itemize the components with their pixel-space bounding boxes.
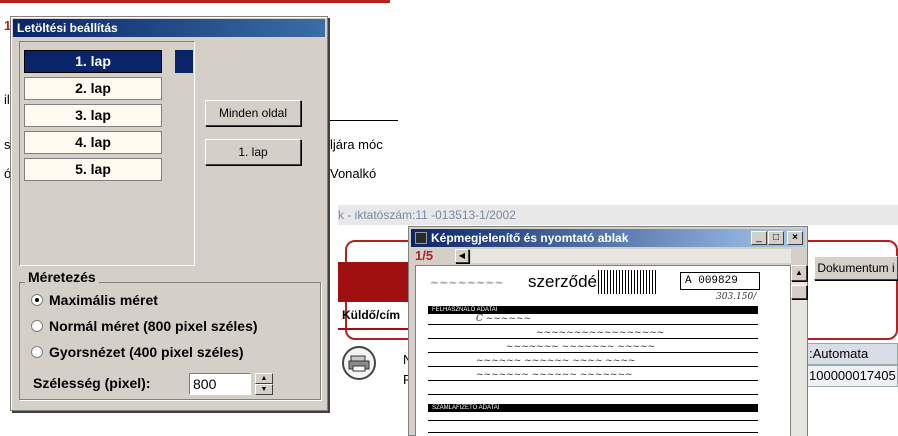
form-line [428, 324, 758, 325]
handwriting: ~~~~~~~ ~~~~~~ ~~~~~~~ [476, 370, 633, 380]
form-line [428, 352, 758, 353]
app-icon [415, 232, 427, 244]
page-list: 1. lap 2. lap 3. lap 4. lap 5. lap [19, 41, 195, 266]
page-item-1[interactable]: 1. lap [24, 50, 162, 73]
blurred-logo: ~~~~~~~~ [430, 276, 504, 289]
spin-up-icon[interactable]: ▲ [255, 373, 273, 384]
code-field: 100000017405 [806, 365, 898, 387]
scroll-thumb[interactable] [791, 285, 807, 299]
handwriting: C ~~~~~~ [476, 314, 531, 324]
handwriting: ~~~~~~~ ~~~~~~~ ~~~~~ [506, 342, 656, 352]
doc-number-box: A 009829 [680, 272, 760, 290]
width-input[interactable]: 800 [189, 373, 251, 395]
sender-label: Küldő/cím [342, 308, 401, 322]
option-normal-size[interactable]: Normál méret (800 pixel széles) [31, 316, 258, 336]
option-label: Normál méret (800 pixel széles) [49, 318, 258, 334]
vertical-scrollbar[interactable]: ▲ [791, 265, 807, 436]
radio-icon[interactable] [31, 346, 43, 358]
page-item-5[interactable]: 5. lap [24, 158, 162, 181]
red-header-block [338, 262, 408, 302]
bg-fragment: Vonalkó [330, 166, 377, 181]
divider [338, 328, 413, 330]
app-accent-line [0, 0, 390, 3]
page-item-4[interactable]: 4. lap [24, 131, 162, 154]
page-indicator: 1/5 [415, 248, 434, 263]
document-button[interactable]: Dokumentum i [814, 256, 898, 280]
form-line [428, 366, 758, 367]
registry-number: k - iktatószám:11 -013513-1/2002 [338, 208, 516, 222]
form-line [428, 338, 758, 339]
selection-highlight [175, 50, 193, 73]
spin-down-icon[interactable]: ▼ [255, 384, 273, 395]
close-button[interactable]: × [787, 231, 803, 245]
form-line [428, 380, 758, 381]
option-max-size[interactable]: Maximális méret [31, 290, 158, 310]
form-line [428, 432, 758, 433]
viewer-titlebar[interactable]: Képmegjelenítő és nyomtató ablak [411, 229, 805, 247]
viewer-title: Képmegjelenítő és nyomtató ablak [431, 231, 629, 245]
all-pages-button[interactable]: Minden oldal [205, 100, 301, 126]
horizontal-scrollbar[interactable] [471, 249, 791, 263]
width-label: Szélesség (pixel): [33, 375, 151, 391]
image-viewer-window: Képmegjelenítő és nyomtató ablak _ □ × 1… [408, 226, 808, 436]
radio-icon[interactable] [31, 294, 43, 306]
dialog-title: Letöltési beállítás [17, 21, 118, 35]
handwriting: ~~~~~~~~~~~~~~~~~ [536, 328, 665, 338]
download-settings-dialog: Letöltési beállítás 1. lap 2. lap 3. lap… [10, 16, 328, 411]
bg-fragment: il [4, 92, 10, 107]
form-line [428, 420, 758, 421]
page-item-3[interactable]: 3. lap [24, 104, 162, 127]
handwriting: ~~~~~~ ~~~~~~ ~~~~ ~~~~ [476, 356, 636, 366]
section-header: SZÁMLAFIZETŐ ADATAI [428, 404, 758, 412]
option-quick-view[interactable]: Gyorsnézet (400 pixel széles) [31, 342, 244, 362]
width-stepper[interactable]: ▲ ▼ [255, 373, 273, 395]
bg-fragment: ljára móc [330, 137, 383, 152]
first-page-button[interactable]: 1. lap [205, 139, 301, 165]
maximize-button[interactable]: □ [768, 231, 784, 245]
option-label: Maximális méret [49, 292, 158, 308]
page-item-2[interactable]: 2. lap [24, 77, 162, 100]
scroll-up-icon[interactable]: ▲ [791, 265, 807, 281]
barcode-icon [598, 270, 656, 294]
doc-heading: szerződés [528, 272, 606, 291]
divider [328, 120, 398, 121]
section-header: FELHASZNÁLÓ ADATAI [428, 306, 758, 314]
sizing-group-label: Méretezés [25, 269, 99, 285]
minimize-button[interactable]: _ [751, 231, 767, 245]
scroll-left-icon[interactable]: ◀ [455, 249, 469, 263]
dialog-titlebar[interactable]: Letöltési beállítás [13, 19, 325, 37]
option-label: Gyorsnézet (400 pixel széles) [49, 344, 244, 360]
form-line [428, 394, 758, 395]
document-image: ~~~~~~~~ szerződés A 009829 303.150/ FEL… [415, 265, 791, 436]
automata-field: :Automata [806, 343, 898, 365]
print-icon[interactable] [342, 346, 376, 380]
handwriting: 303.150/ [716, 292, 757, 302]
radio-icon[interactable] [31, 320, 43, 332]
